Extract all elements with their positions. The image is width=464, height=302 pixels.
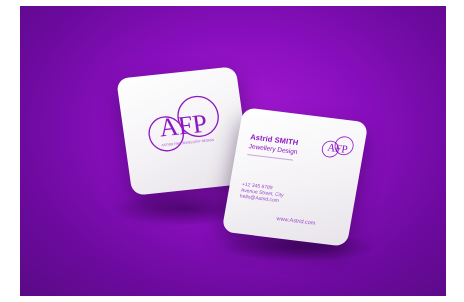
brand-logo-mark: AFP ASTRID FINE JEWELLERY DESIGN bbox=[148, 95, 219, 152]
back-business-card: AFP Astrid SMITH Jewellery Design +12 34… bbox=[221, 107, 369, 247]
small-brand-logo: AFP bbox=[317, 131, 358, 165]
mockup-scene: AFP ASTRID FINE JEWELLERY DESIGN AFP Ast… bbox=[20, 6, 446, 296]
logo-letters: AFP bbox=[157, 109, 208, 143]
brand-logo: AFP ASTRID FINE JEWELLERY DESIGN bbox=[139, 90, 230, 164]
divider bbox=[247, 154, 293, 161]
small-logo-mark: AFP bbox=[321, 136, 354, 158]
website: www.Astrid.com bbox=[275, 216, 316, 227]
small-logo-letters: AFP bbox=[326, 142, 348, 156]
